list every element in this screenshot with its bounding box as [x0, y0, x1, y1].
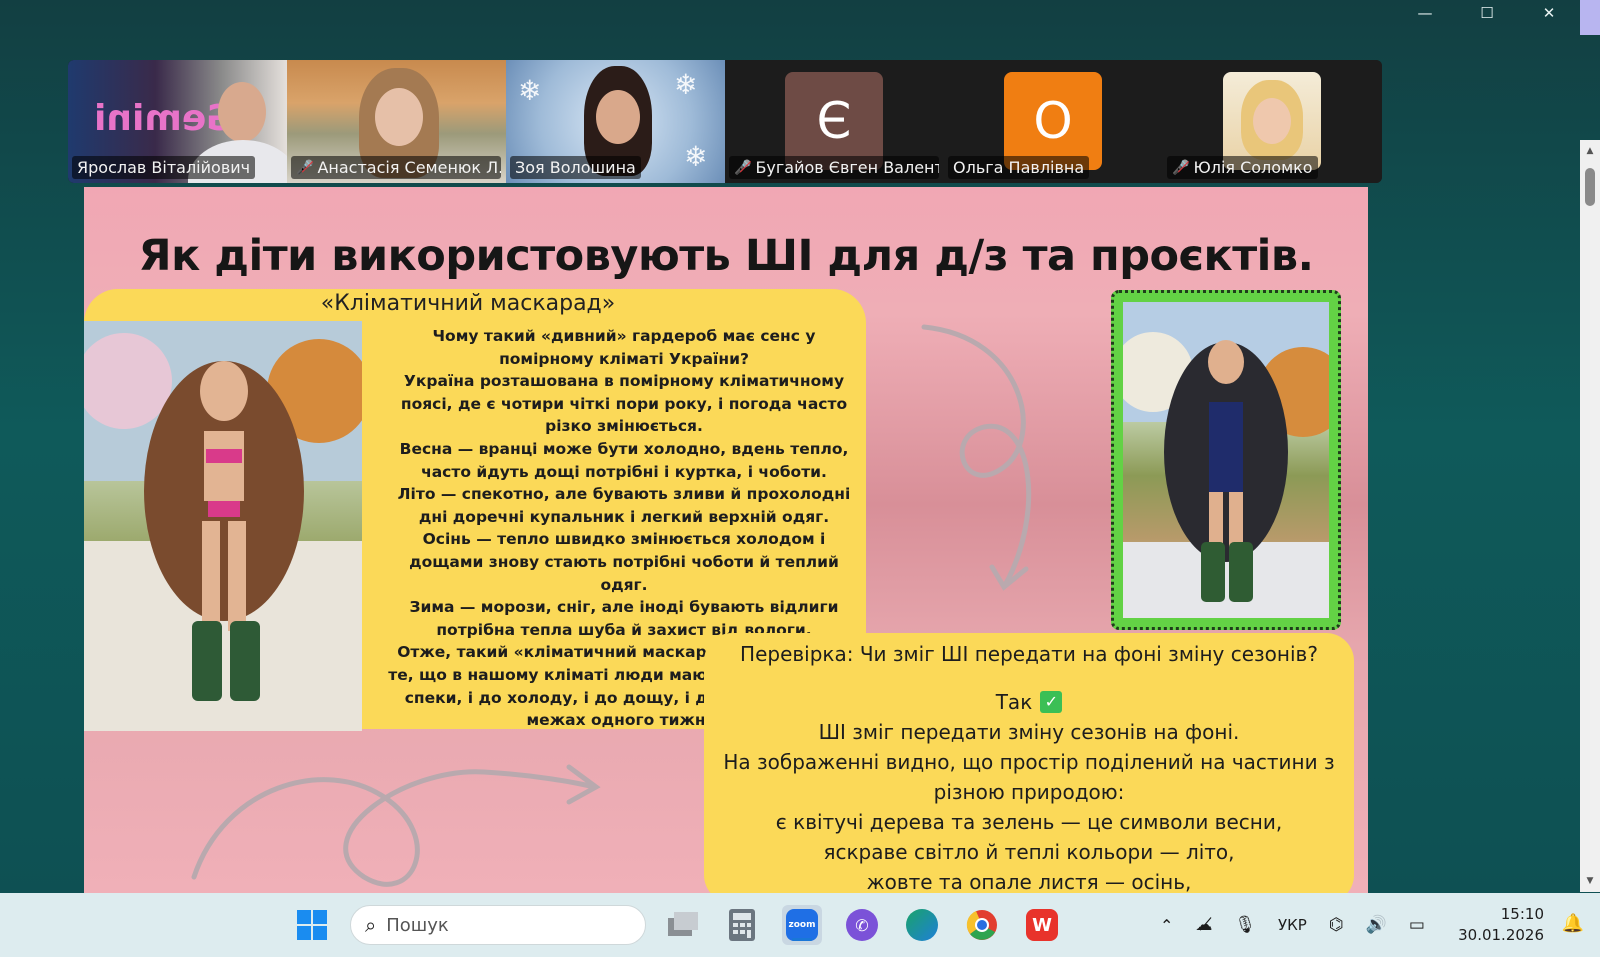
woman-in-swimsuit-illustration — [1123, 302, 1329, 618]
calculator-glyph — [729, 909, 755, 941]
participant-face — [1253, 98, 1291, 144]
edge-browser-icon[interactable] — [902, 905, 942, 945]
chevron-up-icon[interactable]: ⌃ — [1160, 916, 1173, 935]
right-photo-frame — [1111, 290, 1341, 630]
name-text: Юлія Соломко — [1193, 158, 1313, 177]
participants-strip: Gemini Ярослав Віталійович 🎤̸ Анастасія … — [68, 60, 1382, 183]
snowflake-icon: ❄ — [518, 74, 542, 107]
participant-tile[interactable]: Gemini Ярослав Віталійович — [68, 60, 287, 183]
answer-line: Так ✓ — [996, 687, 1063, 717]
wps-logo-icon: W — [1026, 909, 1058, 941]
participant-tile[interactable]: Є 🎤̸ Бугайов Євген Валент... — [725, 60, 944, 183]
task-view-icon[interactable] — [662, 905, 702, 945]
taskbar-clock[interactable]: 15:10 30.01.2026 — [1458, 904, 1544, 946]
window-controls: — ☐ ✕ — [1394, 0, 1580, 26]
vertical-scrollbar[interactable]: ▲ ▼ — [1580, 140, 1600, 892]
name-text: Ярослав Віталійович — [77, 158, 251, 177]
check-question: Перевірка: Чи зміг ШІ передати на фоні з… — [740, 642, 1318, 666]
name-text: Ольга Павлівна — [953, 158, 1085, 177]
gemini-overlay-text: Gemini — [94, 98, 236, 139]
cloud-offline-icon[interactable]: ☁̸ — [1195, 915, 1212, 935]
name-text: Бугайов Євген Валент... — [755, 158, 939, 177]
snowflake-icon: ❄ — [684, 140, 708, 173]
woman-in-fur-coat-illustration — [84, 321, 362, 731]
participant-name: Зоя Волошина — [510, 156, 641, 179]
name-text: Анастасія Семенюк Л... — [317, 158, 501, 177]
system-tray: ⌃ ☁̸ 🎙 УКР ⌬ 🔊 ▭ — [1160, 893, 1425, 957]
participant-name: Ольга Павлівна — [948, 156, 1090, 179]
scroll-thumb[interactable] — [1585, 168, 1595, 206]
language-indicator[interactable]: УКР — [1278, 916, 1307, 934]
participant-tile-active-speaker[interactable]: ❄ ❄ ❄ Зоя Волошина — [506, 60, 725, 183]
check-line: жовте та опале листя — осінь, — [866, 870, 1192, 893]
search-placeholder: Пошук — [386, 914, 449, 936]
participant-name: 🎤̸ Юлія Соломко — [1167, 156, 1318, 179]
clock-time: 15:10 — [1500, 905, 1544, 923]
body-paragraph: Літо — спекотно, але бувають зливи й про… — [397, 485, 851, 526]
taskbar: ⌕ Пошук zoom ✆ W ⌃ ☁̸ 🎙 УКР ⌬ 🔊 ▭ 15:10 … — [0, 893, 1600, 957]
participant-name: Ярослав Віталійович — [72, 156, 256, 179]
edge-logo-icon — [906, 909, 938, 941]
right-illustration-image — [1123, 302, 1329, 618]
zoom-logo-icon: zoom — [786, 909, 818, 941]
minimize-button[interactable]: — — [1394, 0, 1456, 26]
participant-tile[interactable]: 🎤̸ Анастасія Семенюк Л... — [287, 60, 506, 183]
task-view-glyph — [668, 912, 698, 936]
viber-logo-icon: ✆ — [846, 909, 878, 941]
wifi-icon[interactable]: ⌬ — [1329, 915, 1344, 935]
avatar-initial: Є — [816, 92, 852, 150]
body-paragraph: Весна — вранці може бути холодно, вдень … — [399, 439, 849, 481]
windows-logo-icon — [297, 910, 327, 940]
participant-face — [375, 88, 423, 146]
left-illustration-image — [84, 321, 362, 731]
decorative-loop-arrow-icon — [191, 764, 601, 887]
body-paragraph: Чому такий «дивний» гардероб має сенс у … — [432, 327, 816, 368]
active-indicator — [792, 938, 812, 941]
check-line: На зображенні видно, що простір поділени… — [723, 750, 1335, 804]
check-line: є квітучі дерева та зелень — це символи … — [775, 810, 1283, 834]
wps-office-icon[interactable]: W — [1022, 905, 1062, 945]
scroll-up-arrow-icon[interactable]: ▲ — [1580, 144, 1600, 158]
windows-start-icon[interactable] — [292, 905, 332, 945]
taskbar-search[interactable]: ⌕ Пошук — [350, 905, 646, 945]
participant-name: 🎤̸ Бугайов Євген Валент... — [729, 156, 939, 179]
scroll-down-arrow-icon[interactable]: ▼ — [1580, 874, 1600, 888]
check-line: ШІ зміг передати зміну сезонів на фоні. — [818, 720, 1240, 744]
checkmark-icon: ✓ — [1040, 691, 1063, 713]
clock-date: 30.01.2026 — [1458, 926, 1544, 944]
slide-title: Як діти використовують ШІ для д/з та про… — [138, 231, 1314, 281]
calculator-icon[interactable] — [722, 905, 762, 945]
participant-tile[interactable]: 🎤̸ Юлія Соломко — [1163, 60, 1382, 183]
avatar-initial: О — [1033, 92, 1073, 150]
mic-muted-icon: 🎤̸ — [1172, 159, 1190, 176]
answer-text: Так — [995, 690, 1033, 714]
body-paragraph: Осінь — тепло швидко змінюється холодом … — [409, 530, 839, 594]
battery-icon[interactable]: ▭ — [1409, 915, 1425, 935]
check-line: яскраве світло й теплі кольори — літо, — [823, 840, 1235, 864]
zoom-app-icon[interactable]: zoom — [782, 905, 822, 945]
slide-subtitle: «Кліматичний маскарад» — [320, 291, 616, 316]
name-text: Зоя Волошина — [515, 158, 636, 177]
participant-tile[interactable]: О Ольга Павлівна — [944, 60, 1163, 183]
notification-bell-icon[interactable]: 🔔 — [1562, 913, 1584, 934]
participant-face — [596, 90, 640, 144]
chrome-browser-icon[interactable] — [962, 905, 1002, 945]
mic-muted-icon: 🎤̸ — [296, 159, 314, 176]
close-button[interactable]: ✕ — [1518, 0, 1580, 26]
microphone-icon[interactable]: 🎙 — [1234, 915, 1256, 935]
participant-face — [218, 82, 266, 142]
chrome-logo-icon — [966, 910, 997, 940]
participant-name: 🎤̸ Анастасія Семенюк Л... — [291, 156, 501, 179]
snowflake-icon: ❄ — [674, 68, 698, 101]
check-answer-body: Так ✓ ШІ зміг передати зміну сезонів на ф… — [704, 687, 1354, 893]
maximize-button[interactable]: ☐ — [1456, 0, 1518, 26]
window-edge-strip — [1580, 0, 1600, 35]
decorative-swirl-arrow-icon — [921, 324, 1032, 591]
shared-screen-slide: Як діти використовують ШІ для д/з та про… — [84, 187, 1368, 893]
viber-icon[interactable]: ✆ — [842, 905, 882, 945]
mic-muted-icon: 🎤̸ — [734, 159, 752, 176]
body-paragraph: Україна розташована в помірному кліматич… — [400, 372, 848, 436]
search-icon: ⌕ — [365, 913, 377, 937]
volume-icon[interactable]: 🔊 — [1366, 915, 1387, 935]
